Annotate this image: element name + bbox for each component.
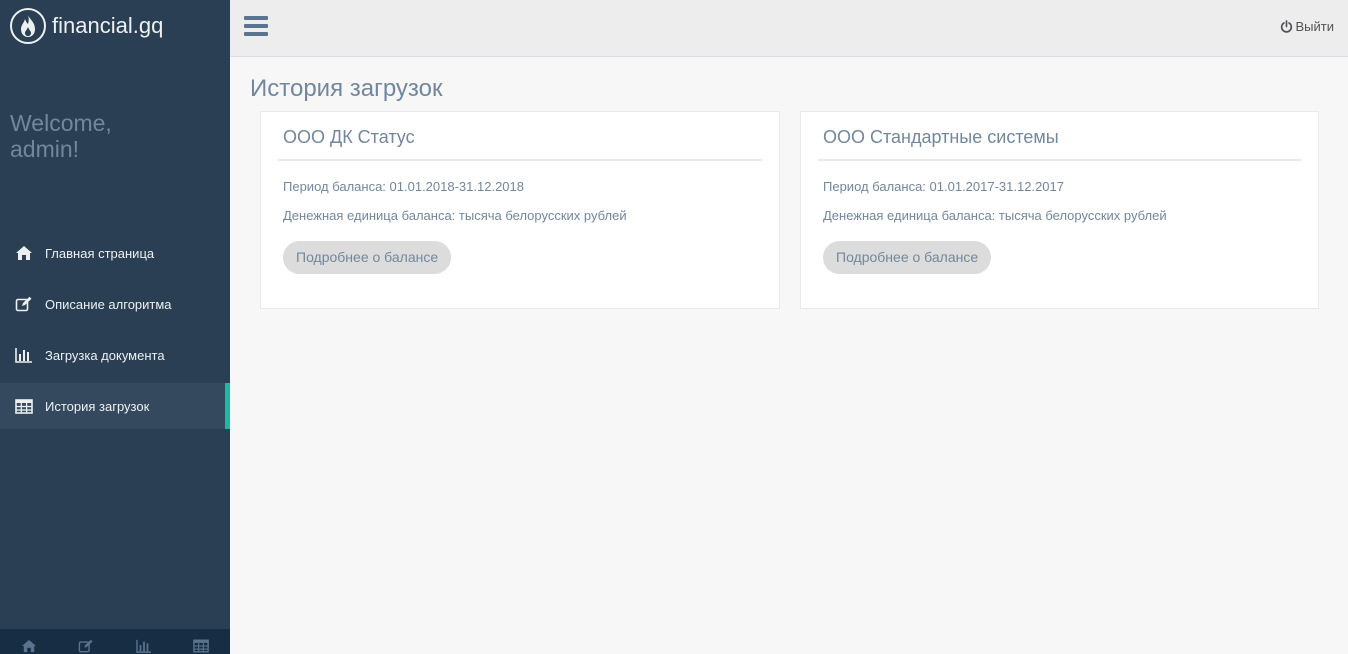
- brand[interactable]: financial.gq: [10, 8, 163, 44]
- brand-name: financial.gq: [52, 13, 164, 38]
- balance-period: Период баланса: 01.01.2017-31.12.2017: [823, 179, 1064, 194]
- balance-period: Период баланса: 01.01.2018-31.12.2018: [283, 179, 524, 194]
- home-icon: [15, 244, 35, 262]
- balance-card: ООО Стандартные системы Период баланса: …: [800, 111, 1319, 309]
- sidebar-item-label: Описание алгоритма: [45, 296, 172, 312]
- table-icon: [15, 397, 35, 415]
- sidebar-item-upload[interactable]: Загрузка документа: [0, 332, 230, 378]
- bar-chart-icon: [15, 346, 35, 364]
- sidebar-item-home[interactable]: Главная страница: [0, 230, 230, 276]
- footer-table-icon[interactable]: [173, 629, 231, 654]
- welcome-text: Welcome, admin!: [10, 110, 210, 162]
- card-divider: [818, 159, 1301, 161]
- top-navbar: Выйти: [230, 0, 1348, 57]
- logout-button[interactable]: Выйти: [1280, 19, 1335, 34]
- sidebar-footer: [0, 629, 230, 654]
- sidebar-item-label: Главная страница: [45, 245, 155, 261]
- sidebar-menu: Главная страница Описание алгоритма Загр…: [0, 230, 230, 434]
- edit-icon: [15, 295, 35, 313]
- logout-label: Выйти: [1295, 19, 1335, 34]
- balance-currency: Денежная единица баланса: тысяча белорус…: [283, 208, 627, 223]
- page-title: История загрузок: [250, 75, 443, 102]
- card-title: ООО Стандартные системы: [823, 127, 1059, 147]
- card-divider: [278, 159, 762, 161]
- sidebar-item-algorithm[interactable]: Описание алгоритма: [0, 281, 230, 327]
- menu-toggle-icon[interactable]: [244, 16, 268, 38]
- balance-details-button[interactable]: Подробнее о балансе: [823, 241, 992, 274]
- welcome-line: Welcome,: [10, 110, 112, 136]
- flame-logo-icon: [10, 8, 46, 44]
- sidebar-item-history[interactable]: История загрузок: [0, 383, 230, 429]
- sidebar: financial.gq Welcome, admin! Главная стр…: [0, 0, 230, 654]
- sidebar-item-label: История загрузок: [45, 398, 150, 414]
- footer-edit-icon[interactable]: [58, 629, 116, 654]
- footer-bar-chart-icon[interactable]: [115, 629, 173, 654]
- balance-details-button[interactable]: Подробнее о балансе: [283, 241, 452, 274]
- card-title: ООО ДК Статус: [283, 127, 415, 147]
- footer-home-icon[interactable]: [0, 629, 58, 654]
- power-icon: [1280, 20, 1293, 33]
- balance-card: ООО ДК Статус Период баланса: 01.01.2018…: [260, 111, 780, 309]
- sidebar-item-label: Загрузка документа: [45, 347, 165, 363]
- balance-currency: Денежная единица баланса: тысяча белорус…: [823, 208, 1167, 223]
- welcome-user: admin!: [10, 136, 80, 162]
